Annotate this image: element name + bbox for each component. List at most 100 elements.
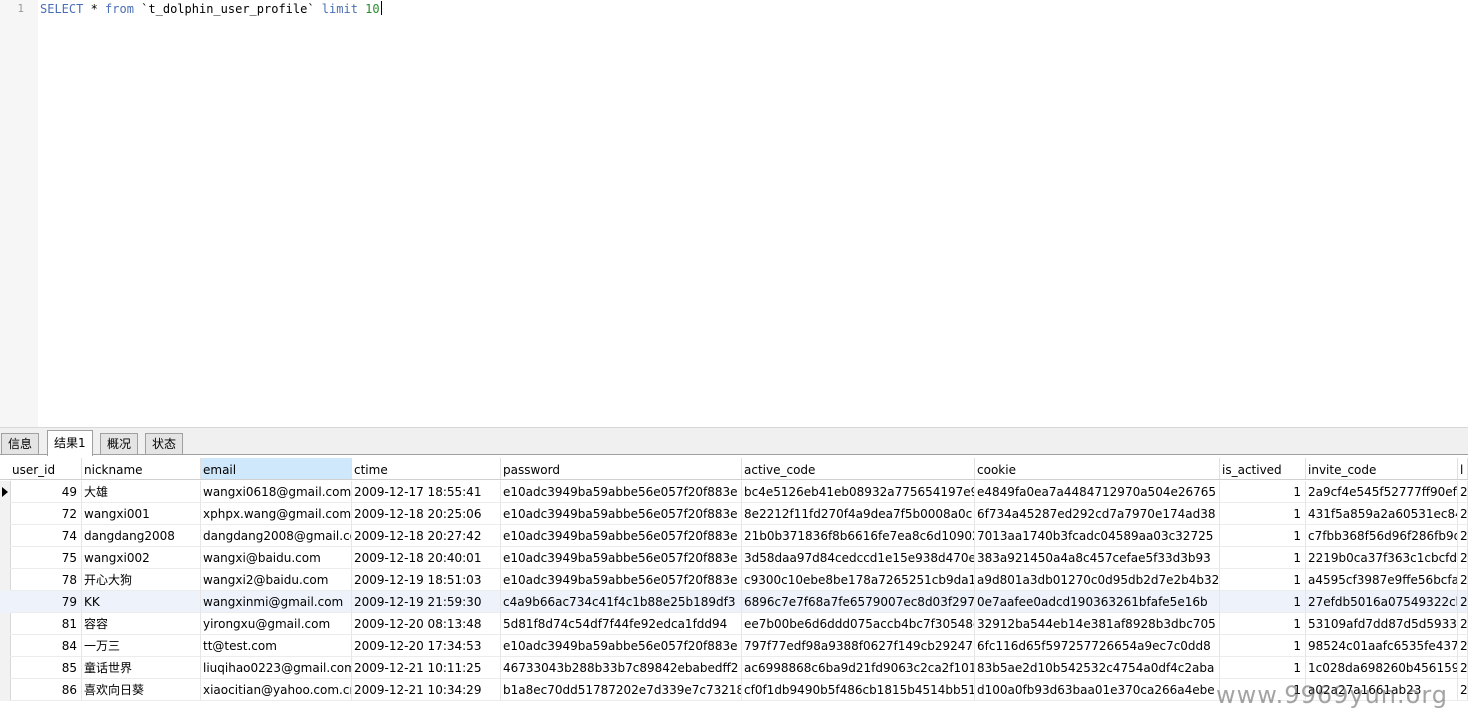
table-row[interactable]: 78 开心大狗 wangxi2@baidu.com 2009-12-19 18:51:… — [0, 569, 1468, 591]
cell-nickname[interactable]: 开心大狗 — [82, 569, 201, 591]
column-header-email[interactable]: email — [201, 458, 352, 479]
cell-cookie[interactable]: 32912ba544eb14e381af8928b3dbc705 — [975, 613, 1220, 635]
cell-user-id[interactable]: 79 — [10, 591, 82, 613]
cell-ctime[interactable]: 2009-12-19 18:51:03 — [352, 569, 501, 591]
cell-is-actived[interactable]: 1 — [1220, 591, 1306, 613]
cell-ctime[interactable]: 2009-12-21 10:11:25 — [352, 657, 501, 679]
cell-active-code[interactable]: 797f77edf98a9388f0627f149cb29247 — [742, 635, 975, 657]
cell-active-code[interactable]: cf0f1db9490b5f486cb1815b4514bb51 — [742, 679, 975, 701]
cell-password[interactable]: e10adc3949ba59abbe56e057f20f883e — [501, 503, 742, 525]
cell-email[interactable]: wangxi0618@gmail.com — [201, 481, 352, 503]
column-header-active-code[interactable]: active_code — [742, 458, 975, 479]
cell-user-id[interactable]: 84 — [10, 635, 82, 657]
cell-active-code[interactable]: ac6998868c6ba9d21fd9063c2ca2f101 — [742, 657, 975, 679]
cell-active-code[interactable]: c9300c10ebe8be178a7265251cb9da1a — [742, 569, 975, 591]
cell-invite-code[interactable]: 2a9cf4e545f52777ff90efc1 — [1306, 481, 1458, 503]
cell-invite-code[interactable]: 2219b0ca37f363c1cbcfda — [1306, 547, 1458, 569]
cell-email[interactable]: xphpx.wang@gmail.com — [201, 503, 352, 525]
cell-cookie[interactable]: 7013aa1740b3fcadc04589aa03c32725 — [975, 525, 1220, 547]
sql-editor[interactable]: 1 SELECT * from `t_dolphin_user_profile`… — [0, 0, 1468, 427]
cell-is-actived[interactable]: 1 — [1220, 635, 1306, 657]
cell-active-code[interactable]: 21b0b371836f8b6616fe7ea8c6d10902 — [742, 525, 975, 547]
cell-cookie[interactable]: 6f734a45287ed292cd7a7970e174ad38 — [975, 503, 1220, 525]
cell-ctime[interactable]: 2009-12-20 17:34:53 — [352, 635, 501, 657]
cell-ctime[interactable]: 2009-12-20 08:13:48 — [352, 613, 501, 635]
cell-cookie[interactable]: 83b5ae2d10b542532c4754a0df4c2aba — [975, 657, 1220, 679]
cell-email[interactable]: dangdang2008@gmail.co — [201, 525, 352, 547]
cell-invite-code[interactable]: 1c028da698260b4561599 — [1306, 657, 1458, 679]
column-header-ctime[interactable]: ctime — [352, 458, 501, 479]
cell-is-actived[interactable]: 1 — [1220, 503, 1306, 525]
table-row[interactable]: 81 容容 yirongxu@gmail.com 2009-12-20 08:13:4… — [0, 613, 1468, 635]
cell-user-id[interactable]: 74 — [10, 525, 82, 547]
cell-l[interactable]: 2 — [1458, 613, 1468, 635]
cell-active-code[interactable]: bc4e5126eb41eb08932a775654197e9a — [742, 481, 975, 503]
cell-is-actived[interactable]: 1 — [1220, 481, 1306, 503]
cell-invite-code[interactable]: 431f5a859a2a60531ec84b — [1306, 503, 1458, 525]
table-row[interactable]: 84 一万三 tt@test.com 2009-12-20 17:34:53 e10ad… — [0, 635, 1468, 657]
column-header-cookie[interactable]: cookie — [975, 458, 1220, 479]
table-row[interactable]: 49 大雄 wangxi0618@gmail.com 2009-12-17 18:55… — [0, 481, 1468, 503]
cell-user-id[interactable]: 81 — [10, 613, 82, 635]
cell-cookie[interactable]: d100a0fb93d63baa01e370ca266a4ebe — [975, 679, 1220, 701]
cell-l[interactable]: 2 — [1458, 569, 1468, 591]
cell-email[interactable]: wangxi2@baidu.com — [201, 569, 352, 591]
cell-invite-code[interactable]: 27efdb5016a07549322cb — [1306, 591, 1458, 613]
table-row[interactable]: 74 dangdang2008 dangdang2008@gmail.co 2009-… — [0, 525, 1468, 547]
cell-ctime[interactable]: 2009-12-18 20:27:42 — [352, 525, 501, 547]
cell-is-actived[interactable]: 1 — [1220, 547, 1306, 569]
cell-active-code[interactable]: 6896c7e7f68a7fe6579007ec8d03f297 — [742, 591, 975, 613]
cell-nickname[interactable]: KK — [82, 591, 201, 613]
cell-user-id[interactable]: 72 — [10, 503, 82, 525]
cell-user-id[interactable]: 75 — [10, 547, 82, 569]
cell-email[interactable]: liuqihao0223@gmail.com — [201, 657, 352, 679]
cell-invite-code[interactable]: c7fbb368f56d96f286fb9d — [1306, 525, 1458, 547]
column-header-password[interactable]: password — [501, 458, 742, 479]
table-row[interactable]: 85 童话世界 liuqihao0223@gmail.com 2009-12-21 1… — [0, 657, 1468, 679]
cell-invite-code[interactable]: 98524c01aafc6535fe4375 — [1306, 635, 1458, 657]
cell-password[interactable]: e10adc3949ba59abbe56e057f20f883e — [501, 547, 742, 569]
cell-ctime[interactable]: 2009-12-18 20:25:06 — [352, 503, 501, 525]
cell-nickname[interactable]: wangxi002 — [82, 547, 201, 569]
cell-cookie[interactable]: 0e7aafee0adcd190363261bfafe5e16b — [975, 591, 1220, 613]
result-grid[interactable]: user_id nickname email ctime password active_… — [0, 455, 1468, 719]
column-header-user-id[interactable]: user_id — [10, 458, 82, 479]
cell-cookie[interactable]: 383a921450a4a8c457cefae5f33d3b93 — [975, 547, 1220, 569]
cell-invite-code[interactable]: a4595cf3987e9ffe56bcfae — [1306, 569, 1458, 591]
table-row[interactable]: 72 wangxi001 xphpx.wang@gmail.com 2009-12-1… — [0, 503, 1468, 525]
cell-nickname[interactable]: 童话世界 — [82, 657, 201, 679]
cell-nickname[interactable]: 喜欢向日葵 — [82, 679, 201, 701]
cell-email[interactable]: wangxi@baidu.com — [201, 547, 352, 569]
cell-ctime[interactable]: 2009-12-17 18:55:41 — [352, 481, 501, 503]
cell-cookie[interactable]: 6fc116d65f597257726654a9ec7c0dd8 — [975, 635, 1220, 657]
cell-ctime[interactable]: 2009-12-19 21:59:30 — [352, 591, 501, 613]
cell-password[interactable]: e10adc3949ba59abbe56e057f20f883e — [501, 525, 742, 547]
cell-l[interactable]: 2 — [1458, 591, 1468, 613]
tab-info[interactable]: 信息 — [1, 433, 40, 454]
sql-query-line[interactable]: SELECT * from `t_dolphin_user_profile` l… — [40, 1, 382, 17]
cell-active-code[interactable]: 3d58daa97d84cedccd1e15e938d470e7 — [742, 547, 975, 569]
cell-email[interactable]: wangxinmi@gmail.com — [201, 591, 352, 613]
cell-invite-code[interactable]: 53109afd7dd87d5d5933c — [1306, 613, 1458, 635]
column-header-is-actived[interactable]: is_actived — [1220, 458, 1306, 479]
cell-l[interactable]: 2 — [1458, 635, 1468, 657]
tab-overview[interactable]: 概况 — [100, 433, 139, 454]
cell-password[interactable]: e10adc3949ba59abbe56e057f20f883e — [501, 635, 742, 657]
cell-nickname[interactable]: 容容 — [82, 613, 201, 635]
cell-is-actived[interactable]: 1 — [1220, 525, 1306, 547]
table-row[interactable]: 75 wangxi002 wangxi@baidu.com 2009-12-18 20… — [0, 547, 1468, 569]
cell-nickname[interactable]: 大雄 — [82, 481, 201, 503]
column-header-invite-code[interactable]: invite_code — [1306, 458, 1458, 479]
cell-user-id[interactable]: 86 — [10, 679, 82, 701]
cell-email[interactable]: tt@test.com — [201, 635, 352, 657]
cell-cookie[interactable]: e4849fa0ea7a4484712970a504e26765 — [975, 481, 1220, 503]
cell-l[interactable]: 2 — [1458, 525, 1468, 547]
cell-nickname[interactable]: dangdang2008 — [82, 525, 201, 547]
cell-user-id[interactable]: 49 — [10, 481, 82, 503]
cell-password[interactable]: e10adc3949ba59abbe56e057f20f883e — [501, 481, 742, 503]
cell-password[interactable]: 46733043b288b33b7c89842ebabedff2 — [501, 657, 742, 679]
cell-nickname[interactable]: wangxi001 — [82, 503, 201, 525]
cell-l[interactable]: 2 — [1458, 481, 1468, 503]
cell-password[interactable]: b1a8ec70dd51787202e7d339e7c73218 — [501, 679, 742, 701]
cell-password[interactable]: 5d81f8d74c54df7f44fe92edca1fdd94 — [501, 613, 742, 635]
